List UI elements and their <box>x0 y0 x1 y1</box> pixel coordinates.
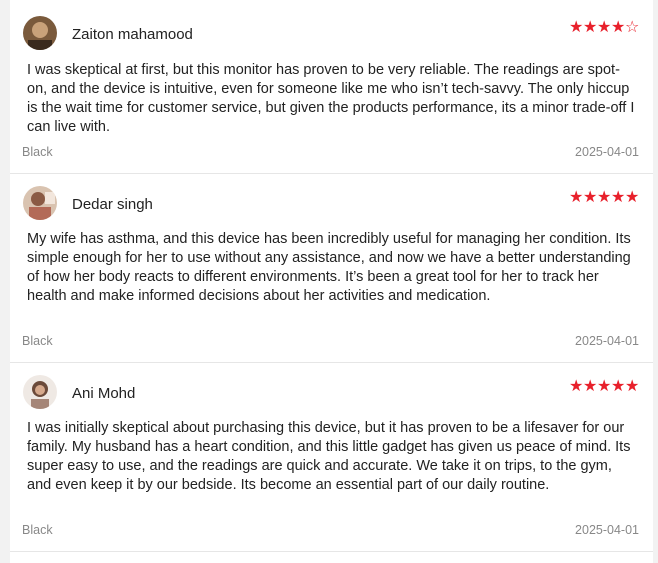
rating-stars: ★ ★ ★ ★ ☆ <box>569 20 639 36</box>
star-full-icon: ★ <box>597 19 612 36</box>
review-date: 2025-04-01 <box>575 334 639 348</box>
star-full-icon: ★ <box>597 378 612 395</box>
review-card: Zaiton mahamood ★ ★ ★ ★ ☆ I was skeptica… <box>10 0 653 174</box>
star-full-icon: ★ <box>569 378 584 395</box>
star-full-icon: ★ <box>597 189 612 206</box>
star-empty-icon: ☆ <box>625 19 640 36</box>
avatar[interactable] <box>23 186 57 220</box>
rating-stars: ★ ★ ★ ★ ★ <box>569 379 639 395</box>
review-date: 2025-04-01 <box>575 145 639 159</box>
review-text: I was initially skeptical about purchasi… <box>27 420 631 493</box>
review-card: Ani Mohd ★ ★ ★ ★ ★ I was initially skept… <box>10 363 653 552</box>
review-text: My wife has asthma, and this device has … <box>27 231 631 304</box>
review-list: Zaiton mahamood ★ ★ ★ ★ ☆ I was skeptica… <box>10 0 653 563</box>
avatar-image <box>23 16 57 50</box>
review-card: Dedar singh ★ ★ ★ ★ ★ My wife has asthma… <box>10 174 653 363</box>
reviewer-name: Zaiton mahamood <box>72 26 193 43</box>
star-full-icon: ★ <box>569 189 584 206</box>
avatar-image <box>23 375 57 409</box>
review-text: I was skeptical at first, but this monit… <box>27 62 635 135</box>
reviewer-name: Ani Mohd <box>72 385 136 402</box>
avatar[interactable] <box>23 16 57 50</box>
star-full-icon: ★ <box>583 378 598 395</box>
review-date: 2025-04-01 <box>575 523 639 537</box>
star-full-icon: ★ <box>611 19 626 36</box>
avatar-image <box>23 186 57 220</box>
product-variant: Black <box>22 334 53 348</box>
star-full-icon: ★ <box>569 19 584 36</box>
star-full-icon: ★ <box>583 19 598 36</box>
rating-stars: ★ ★ ★ ★ ★ <box>569 190 639 206</box>
star-full-icon: ★ <box>625 378 640 395</box>
product-variant: Black <box>22 523 53 537</box>
avatar[interactable] <box>23 375 57 409</box>
product-variant: Black <box>22 145 53 159</box>
reviewer-name: Dedar singh <box>72 196 153 213</box>
star-full-icon: ★ <box>611 189 626 206</box>
star-full-icon: ★ <box>611 378 626 395</box>
star-full-icon: ★ <box>583 189 598 206</box>
star-full-icon: ★ <box>625 189 640 206</box>
